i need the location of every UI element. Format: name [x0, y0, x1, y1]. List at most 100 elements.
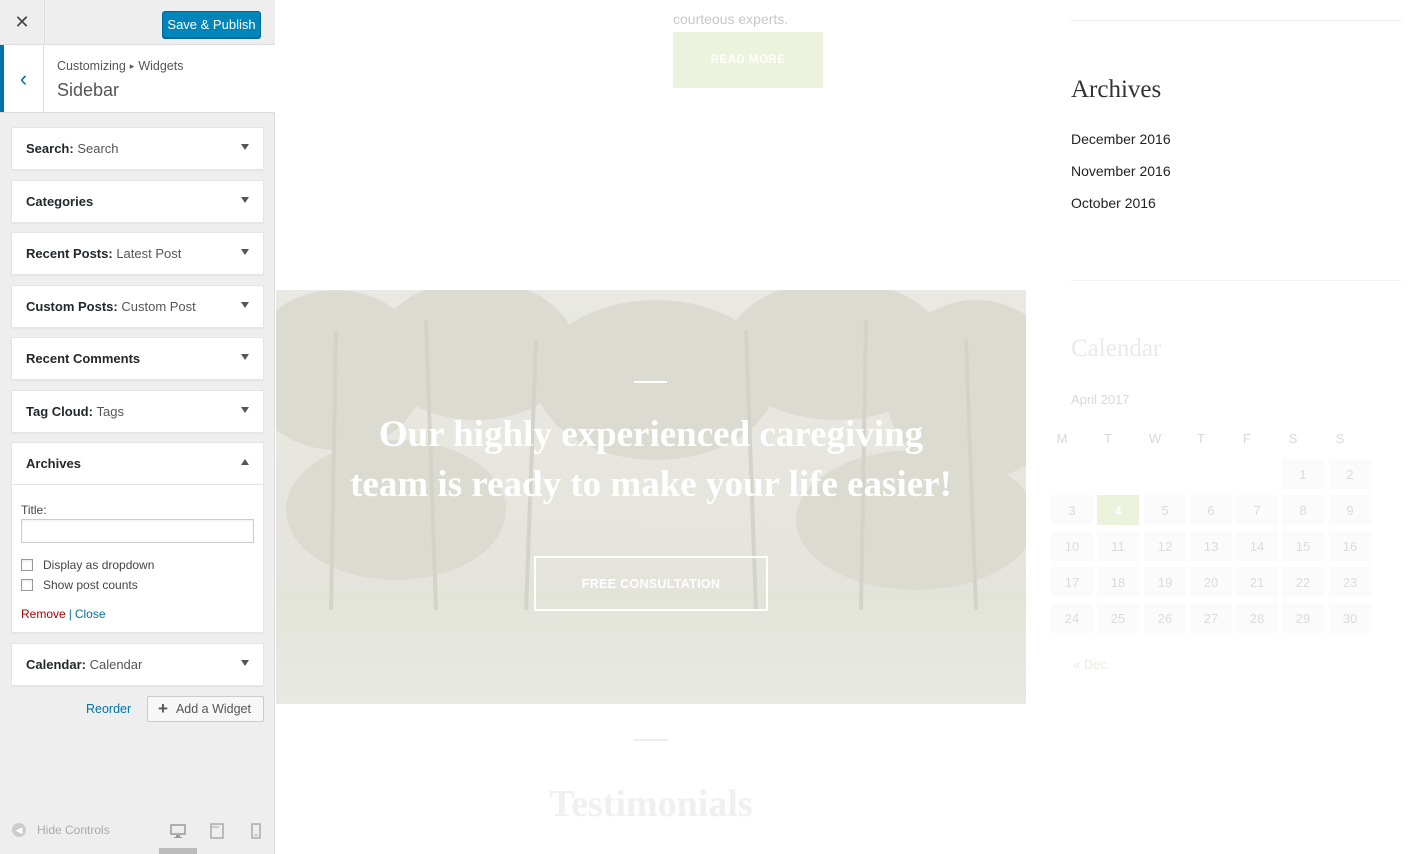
section-divider [634, 739, 667, 741]
widget-recent-comments[interactable]: Recent Comments [11, 337, 264, 380]
calendar-weekday: F [1243, 431, 1251, 446]
calendar-day: 30 [1329, 603, 1371, 633]
calendar-weekday: T [1104, 431, 1112, 446]
breadcrumb: Customizing ▸ Widgets [57, 59, 183, 73]
chevron-up-icon[interactable] [241, 459, 249, 465]
link-separator: | [68, 607, 72, 621]
calendar-month: April 2017 [1071, 392, 1130, 407]
breadcrumb-separator-icon: ▸ [129, 61, 135, 71]
read-more-button[interactable]: READ MORE [673, 32, 823, 88]
hide-controls-button[interactable]: ◀ Hide Controls [12, 823, 110, 837]
chevron-down-icon[interactable] [241, 660, 249, 666]
widget-header[interactable]: Archives [12, 443, 263, 484]
widget-header[interactable]: Recent Posts: Latest Post [12, 233, 263, 274]
divider [1071, 280, 1401, 281]
hero-heading: Our highly experienced caregiving team i… [276, 410, 1026, 510]
chevron-down-icon[interactable] [241, 144, 249, 150]
calendar-day: 29 [1282, 603, 1324, 633]
desktop-preview-icon[interactable] [170, 823, 186, 839]
calendar-weekday: S [1288, 431, 1298, 446]
mobile-preview-icon[interactable] [248, 823, 264, 839]
widget-header[interactable]: Custom Posts: Custom Post [12, 286, 263, 327]
post-counts-checkbox[interactable] [21, 579, 33, 591]
calendar-day: 18 [1097, 567, 1139, 597]
widget-header[interactable]: Recent Comments [12, 338, 263, 379]
remove-link[interactable]: Remove [21, 607, 66, 621]
widget-title: Custom Post [121, 299, 196, 314]
widget-calendar[interactable]: Calendar: Calendar [11, 643, 264, 686]
widget-header[interactable]: Categories [12, 181, 263, 222]
archives-heading: Archives [1071, 76, 1162, 103]
calendar-prev-link[interactable]: « Dec [1073, 657, 1107, 672]
calendar-day: 7 [1236, 495, 1278, 525]
dropdown-option[interactable]: Display as dropdown [21, 557, 254, 573]
widget-header[interactable]: Tag Cloud: Tags [12, 391, 263, 432]
archive-link[interactable]: December 2016 [1071, 131, 1171, 147]
widget-recent-posts[interactable]: Recent Posts: Latest Post [11, 232, 264, 275]
widget-name: Custom Posts: [26, 299, 118, 314]
calendar-day: 21 [1236, 567, 1278, 597]
title-field-label: Title: [21, 503, 47, 517]
add-widget-label: Add a Widget [175, 702, 251, 716]
chevron-down-icon[interactable] [241, 302, 249, 308]
calendar-heading: Calendar [1071, 335, 1162, 362]
calendar-day: 15 [1282, 531, 1324, 561]
widget-tag-cloud[interactable]: Tag Cloud: Tags [11, 390, 264, 433]
widget-title: Calendar [89, 657, 143, 672]
widget-name: Recent Comments [26, 351, 141, 366]
calendar-weekday: M [1056, 431, 1068, 446]
widget-search[interactable]: Search: Search [11, 127, 264, 170]
close-link[interactable]: Close [75, 607, 106, 621]
widget-title: Search [77, 141, 119, 156]
section-title: Sidebar [57, 80, 120, 100]
widget-custom-posts[interactable]: Custom Posts: Custom Post [11, 285, 264, 328]
calendar-day: 16 [1329, 531, 1371, 561]
hero-divider [634, 381, 667, 383]
save-publish-button[interactable]: Save & Publish [162, 11, 261, 38]
title-field[interactable] [21, 519, 254, 543]
post-counts-option[interactable]: Show post counts [21, 577, 254, 593]
add-widget-button[interactable]: + Add a Widget [147, 696, 264, 722]
calendar-day-today: 4 [1097, 495, 1139, 525]
calendar-day: 27 [1190, 603, 1232, 633]
calendar-day: 20 [1190, 567, 1232, 597]
archive-link[interactable]: October 2016 [1071, 195, 1156, 211]
calendar-day: 6 [1190, 495, 1232, 525]
calendar-day: 3 [1051, 495, 1093, 525]
hero-heading-line: Our highly experienced caregiving [378, 414, 924, 455]
widget-name: Archives [26, 456, 81, 471]
divider [1071, 20, 1401, 21]
chevron-down-icon[interactable] [241, 354, 249, 360]
calendar-day: 17 [1051, 567, 1093, 597]
hide-controls-label: Hide Controls [37, 823, 110, 837]
testimonials-heading: Testimonials [549, 783, 753, 825]
widget-categories[interactable]: Categories [11, 180, 264, 223]
dropdown-checkbox[interactable] [21, 559, 33, 571]
calendar-day: 2 [1329, 459, 1371, 489]
chevron-down-icon[interactable] [241, 249, 249, 255]
widget-header[interactable]: Search: Search [12, 128, 263, 169]
calendar-day: 10 [1051, 531, 1093, 561]
customizer-panel: ✕ Save & Publish ‹ Customizing ▸ Widgets S… [0, 0, 275, 854]
calendar-day: 22 [1282, 567, 1324, 597]
widget-archives[interactable]: Archives Title: Display as dropdown Show… [11, 442, 264, 633]
calendar-day: 9 [1329, 495, 1371, 525]
site-preview: courteous experts. READ MORE Archives De… [276, 0, 1419, 854]
back-arrow-icon[interactable]: ‹ [0, 45, 44, 112]
close-icon[interactable]: ✕ [0, 0, 45, 45]
widget-title: Tags [96, 404, 125, 419]
calendar-day: 19 [1144, 567, 1186, 597]
active-device-indicator [159, 848, 197, 854]
widget-name: Categories [26, 194, 94, 209]
calendar-weekday: T [1197, 431, 1205, 446]
free-consultation-button[interactable]: FREE CONSULTATION [534, 556, 768, 611]
reorder-link[interactable]: Reorder [86, 702, 131, 716]
collapse-icon: ◀ [12, 823, 26, 837]
calendar-day: 23 [1329, 567, 1371, 597]
archive-link[interactable]: November 2016 [1071, 163, 1171, 179]
calendar-day: 13 [1190, 531, 1232, 561]
widget-header[interactable]: Calendar: Calendar [12, 644, 263, 685]
chevron-down-icon[interactable] [241, 407, 249, 413]
tablet-preview-icon[interactable] [209, 823, 225, 839]
chevron-down-icon[interactable] [241, 197, 249, 203]
